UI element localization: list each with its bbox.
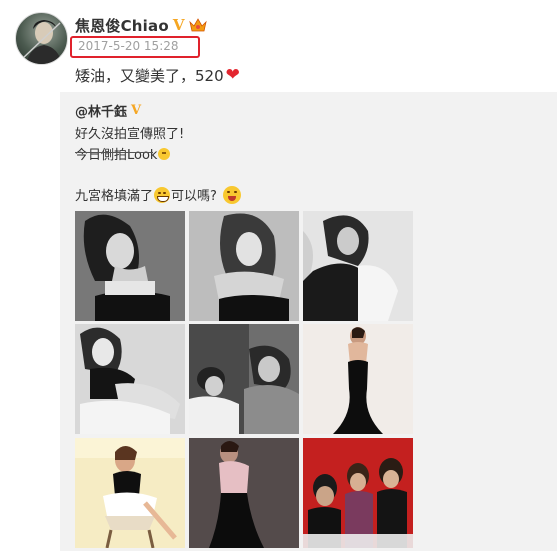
member-crown-icon: [188, 18, 207, 32]
photo-2[interactable]: [189, 211, 299, 321]
photo-5[interactable]: [189, 324, 299, 434]
post-text-body: 矮油，又變美了，520: [75, 67, 224, 85]
repost-text-line-3a: 九宮格填滿了: [75, 189, 154, 204]
author-name[interactable]: 焦恩俊Chiao: [75, 15, 169, 36]
verified-badge-icon: V: [172, 16, 185, 34]
photo-8[interactable]: [189, 438, 299, 548]
repost-text-line-3b: 可以嗎?: [171, 189, 217, 204]
repost-text-line-2: 今日側拍Look: [75, 148, 158, 163]
avatar[interactable]: [15, 12, 68, 65]
repost-text-line: 今日側拍Look: [75, 144, 171, 163]
photo-7[interactable]: [75, 438, 185, 548]
author-row: 焦恩俊Chiao V: [75, 14, 207, 36]
post-text: 矮油，又變美了，520 ❤: [75, 65, 240, 86]
heart-icon: ❤: [225, 65, 240, 85]
tongue-emoji-icon: [222, 185, 241, 204]
photo-9[interactable]: [303, 438, 413, 548]
smile-emoji-icon: [158, 147, 171, 160]
repost-text-line: 九宮格填滿了 可以嗎?: [75, 185, 242, 204]
repost-text-line: 好久沒拍宣傳照了!: [75, 127, 185, 142]
photo-3[interactable]: [303, 211, 413, 321]
photo-4[interactable]: [75, 324, 185, 434]
grin-emoji-icon: [154, 186, 171, 203]
repost-author-row: @林千鈺 V: [75, 101, 141, 120]
post-timestamp[interactable]: 2017-5-20 15:28: [78, 39, 179, 53]
photo-1[interactable]: [75, 211, 185, 321]
photo-6[interactable]: [303, 324, 413, 434]
verified-badge-icon: V: [131, 103, 142, 118]
repost-author[interactable]: @林千鈺: [75, 101, 127, 120]
strikethrough-line: [75, 152, 153, 153]
